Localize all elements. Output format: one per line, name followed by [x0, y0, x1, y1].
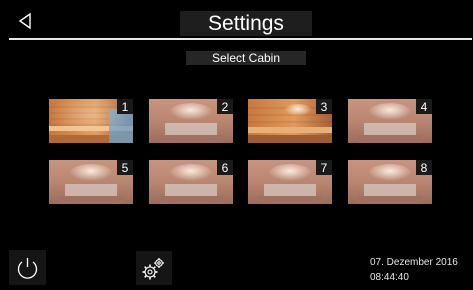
cabin-5-number: 5 — [117, 160, 133, 175]
current-time: 08:44:40 — [370, 272, 409, 283]
power-button[interactable] — [9, 250, 46, 285]
back-button[interactable] — [14, 10, 36, 32]
header-divider — [9, 38, 472, 40]
cabin-6-number: 6 — [217, 160, 233, 175]
cabin-8-number: 8 — [416, 160, 432, 175]
cabin-1-tile[interactable]: 1 — [49, 99, 133, 143]
date-time-display: 07. Dezember 2016 08:44:40 — [370, 255, 458, 285]
header-bar: Settings — [0, 0, 473, 40]
cabin-1-number: 1 — [117, 99, 133, 114]
back-triangle-icon — [18, 12, 31, 30]
cabin-3-tile[interactable]: 3 — [248, 99, 332, 143]
cabin-4-tile[interactable]: 4 — [348, 99, 432, 143]
cabin-5-tile[interactable]: 5 — [49, 160, 133, 204]
cabin-3-number: 3 — [316, 99, 332, 114]
cabin-8-tile[interactable]: 8 — [348, 160, 432, 204]
gears-icon — [142, 258, 164, 280]
cabin-7-tile[interactable]: 7 — [248, 160, 332, 204]
settings-button[interactable] — [136, 251, 172, 285]
cabin-4-number: 4 — [416, 99, 432, 114]
power-icon — [17, 258, 38, 279]
cabin-2-tile[interactable]: 2 — [149, 99, 233, 143]
cabin-7-number: 7 — [316, 160, 332, 175]
cabin-6-tile[interactable]: 6 — [149, 160, 233, 204]
page-title: Settings — [180, 11, 312, 36]
cabin-2-number: 2 — [217, 99, 233, 114]
select-cabin-label: Select Cabin — [186, 51, 306, 65]
current-date: 07. Dezember 2016 — [370, 257, 458, 268]
